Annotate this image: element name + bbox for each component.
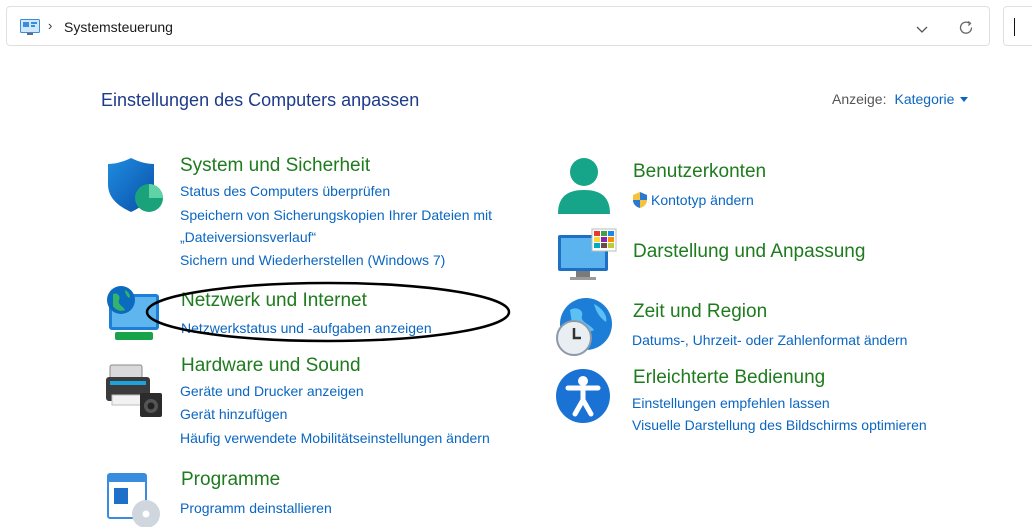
search-input[interactable] [1003,6,1032,46]
link-einstellungen-empfehlen[interactable]: Einstellungen empfehlen lassen [632,395,830,411]
category-title-darstellung[interactable]: Darstellung und Anpassung [633,241,865,263]
link-geraete-drucker[interactable]: Geräte und Drucker anzeigen [180,383,364,399]
clock-globe-icon[interactable] [554,296,616,363]
control-panel-icon [20,19,40,40]
category-title-erleichterte[interactable]: Erleichterte Bedienung [633,367,825,389]
accessibility-icon[interactable] [555,366,611,431]
link-mobilitaetseinstellungen[interactable]: Häufig verwendete Mobilitätseinstellunge… [180,430,490,446]
uac-shield-icon [631,191,649,214]
view-value[interactable]: Kategorie [894,91,954,107]
shield-icon[interactable] [103,154,165,221]
breadcrumb-separator-icon: › [48,18,53,33]
display-personalization-icon[interactable] [556,227,618,286]
programs-disc-icon[interactable] [104,470,166,532]
text-caret [1014,18,1015,36]
breadcrumb-systemsteuerung[interactable]: Systemsteuerung [64,19,173,35]
link-geraet-hinzufuegen[interactable]: Gerät hinzufügen [180,406,287,422]
link-programm-deinstallieren[interactable]: Programm deinstallieren [180,500,332,516]
category-title-zeit[interactable]: Zeit und Region [633,301,767,323]
view-selector[interactable]: Anzeige: Kategorie [832,91,969,107]
category-title-benutzerkonten[interactable]: Benutzerkonten [633,161,766,183]
link-status-pruefen[interactable]: Status des Computers überprüfen [180,183,390,199]
category-title-hardware[interactable]: Hardware und Sound [181,355,361,377]
address-bar[interactable]: › Systemsteuerung [6,6,990,46]
link-datums-format[interactable]: Datums-, Uhrzeit- oder Zahlenformat ände… [632,332,907,348]
chevron-down-icon[interactable] [915,21,929,39]
link-visuelle-darstellung[interactable]: Visuelle Darstellung des Bildschirms opt… [632,417,927,433]
link-sichern-wiederherstellen[interactable]: Sichern und Wiederherstellen (Windows 7) [180,252,445,268]
user-account-icon[interactable] [556,156,612,223]
category-title-system[interactable]: System und Sicherheit [180,155,370,177]
link-dateiversionsverlauf[interactable]: „Dateiversionsverlauf“ [180,229,316,245]
link-sicherungskopien[interactable]: Speichern von Sicherungskopien Ihrer Dat… [180,207,492,223]
annotation-ellipse [145,281,511,343]
dropdown-arrow-icon[interactable] [960,96,969,102]
view-label: Anzeige: [832,91,887,107]
refresh-icon[interactable] [957,19,975,42]
printer-icon[interactable] [104,363,166,424]
link-kontotyp-aendern[interactable]: Kontotyp ändern [651,192,754,208]
page-title: Einstellungen des Computers anpassen [101,90,420,110]
category-title-programme[interactable]: Programme [181,469,280,491]
